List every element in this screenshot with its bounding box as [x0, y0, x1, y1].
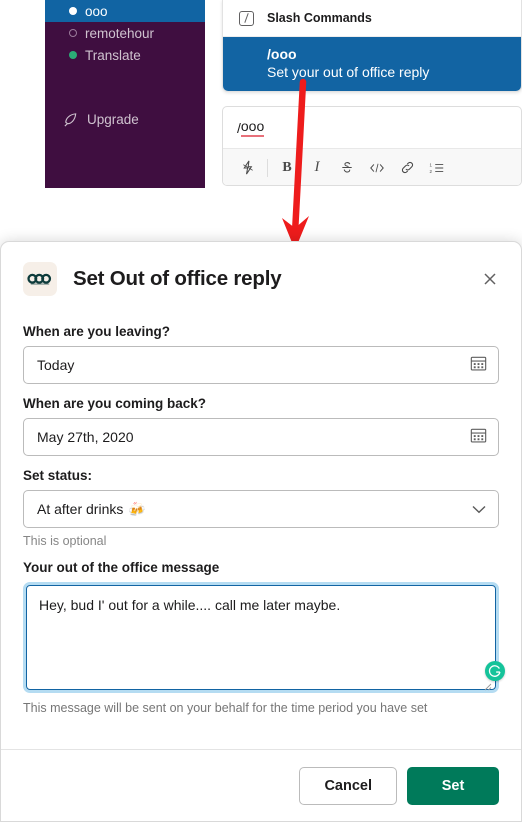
sidebar-item-label: Upgrade: [87, 111, 139, 127]
ordered-list-icon[interactable]: 1 2: [422, 154, 452, 182]
screenshot-root: ooo remotehour Translate Upgrade Slash C…: [0, 0, 522, 822]
sidebar-channel-ooo[interactable]: ooo: [45, 0, 205, 22]
set-button[interactable]: Set: [407, 766, 499, 805]
slack-sidebar: ooo remotehour Translate Upgrade: [45, 0, 205, 188]
slash-command-icon: [239, 10, 254, 26]
message-text: Hey, bud I' out for a while.... call me …: [39, 597, 341, 613]
calendar-icon[interactable]: [470, 427, 487, 447]
svg-text:1: 1: [430, 162, 433, 167]
status-select[interactable]: At after drinks 🍻: [23, 490, 499, 528]
code-icon[interactable]: [362, 154, 392, 182]
status-value: At after drinks: [37, 501, 124, 517]
status-hint: This is optional: [23, 534, 107, 548]
bold-glyph: B: [282, 159, 292, 175]
slash-command-name: /ooo: [267, 46, 297, 62]
sidebar-channel-label: remotehour: [85, 25, 155, 41]
presence-dot-icon: [69, 7, 77, 15]
grammarly-badge-icon[interactable]: [485, 661, 505, 681]
sidebar-channel-translate[interactable]: Translate: [45, 44, 205, 66]
svg-text:2: 2: [430, 168, 433, 173]
rocket-icon: [63, 112, 78, 127]
out-of-office-modal: Set Out of office reply When are you lea…: [0, 241, 522, 822]
sidebar-channel-remotehour[interactable]: remotehour: [45, 22, 205, 44]
message-input[interactable]: / ooo: [223, 107, 521, 148]
message-footnote: This message will be sent on your behalf…: [23, 701, 428, 715]
slash-commands-popup: Slash Commands /ooo Set your out of offi…: [222, 0, 522, 92]
slash-command-description: Set your out of office reply: [267, 64, 430, 80]
leaving-date-label: When are you leaving?: [23, 324, 171, 339]
sidebar-channel-label: ooo: [85, 3, 108, 19]
bold-icon[interactable]: B: [272, 154, 302, 182]
page-title: Set Out of office reply: [73, 267, 282, 290]
presence-dot-icon: [69, 29, 77, 37]
leaving-date-field[interactable]: Today: [23, 346, 499, 384]
italic-icon[interactable]: I: [302, 154, 332, 182]
return-date-field[interactable]: May 27th, 2020: [23, 418, 499, 456]
toolbar-divider: [267, 158, 268, 177]
italic-glyph: I: [314, 159, 320, 175]
sidebar-channel-label: Translate: [85, 47, 141, 63]
modal-body: When are you leaving? Today When are you…: [1, 302, 521, 715]
composer-typed-text: ooo: [240, 118, 265, 137]
modal-footer: Cancel Set: [1, 749, 521, 821]
close-icon[interactable]: [479, 268, 501, 290]
ooo-app-icon: [23, 262, 57, 296]
strikethrough-icon[interactable]: [332, 154, 362, 182]
sidebar-item-upgrade[interactable]: Upgrade: [45, 108, 205, 130]
slash-command-option-ooo[interactable]: /ooo Set your out of office reply: [223, 37, 521, 91]
status-label: Set status:: [23, 468, 93, 483]
calendar-icon[interactable]: [470, 355, 487, 375]
leaving-date-value: Today: [37, 357, 75, 373]
slash-commands-header: Slash Commands: [223, 0, 521, 37]
link-icon[interactable]: [392, 154, 422, 182]
composer-toolbar: B I 1 2: [223, 148, 521, 185]
presence-dot-icon: [69, 51, 77, 59]
message-textarea[interactable]: Hey, bud I' out for a while.... call me …: [26, 585, 496, 691]
cancel-button[interactable]: Cancel: [299, 766, 397, 805]
beer-mugs-emoji-icon: 🍻: [128, 500, 146, 517]
ooo-logo-icon: [27, 273, 52, 285]
message-composer[interactable]: / ooo B I 1 2: [222, 106, 522, 186]
return-date-label: When are you coming back?: [23, 396, 207, 411]
return-date-value: May 27th, 2020: [37, 429, 134, 445]
chevron-down-icon[interactable]: [472, 501, 486, 517]
message-textarea-wrapper: Hey, bud I' out for a while.... call me …: [23, 582, 505, 693]
message-label: Your out of the office message: [23, 560, 220, 575]
slash-commands-header-label: Slash Commands: [267, 11, 372, 25]
lightning-icon[interactable]: [233, 154, 263, 182]
slack-background: ooo remotehour Translate Upgrade Slash C…: [0, 0, 522, 248]
modal-header: Set Out of office reply: [1, 242, 521, 302]
